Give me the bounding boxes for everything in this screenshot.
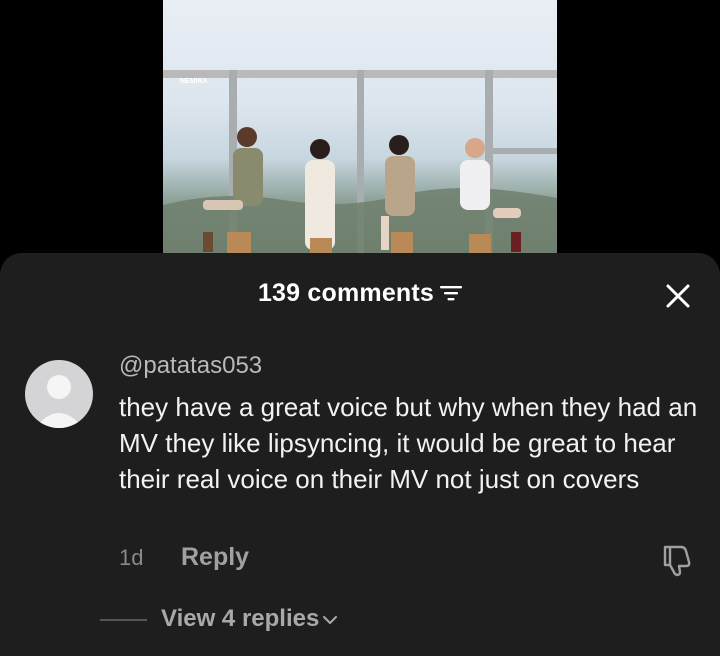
sort-icon[interactable] [440,280,463,309]
close-icon[interactable] [662,280,694,312]
thumbs-down-icon[interactable] [661,543,693,577]
default-avatar-icon[interactable] [25,360,93,428]
video-thumbnail[interactable]: NEMIRA [163,0,557,256]
comment-text: they have a great voice but why when the… [119,392,698,494]
chevron-down-icon [323,615,338,624]
comment-username[interactable]: @patatas053 [119,352,262,380]
comments-header: 139 comments [0,279,720,309]
comments-count: 139 comments [257,279,435,307]
replies-divider [100,619,147,621]
reply-button[interactable]: Reply [181,543,249,572]
view-replies-button[interactable]: View 4 replies [161,605,338,633]
video-logo: NEMIRA [180,78,208,85]
video-scene: NEMIRA [163,70,557,256]
comment-age: 1d [119,545,144,570]
view-replies-label: View 4 replies [161,605,320,632]
